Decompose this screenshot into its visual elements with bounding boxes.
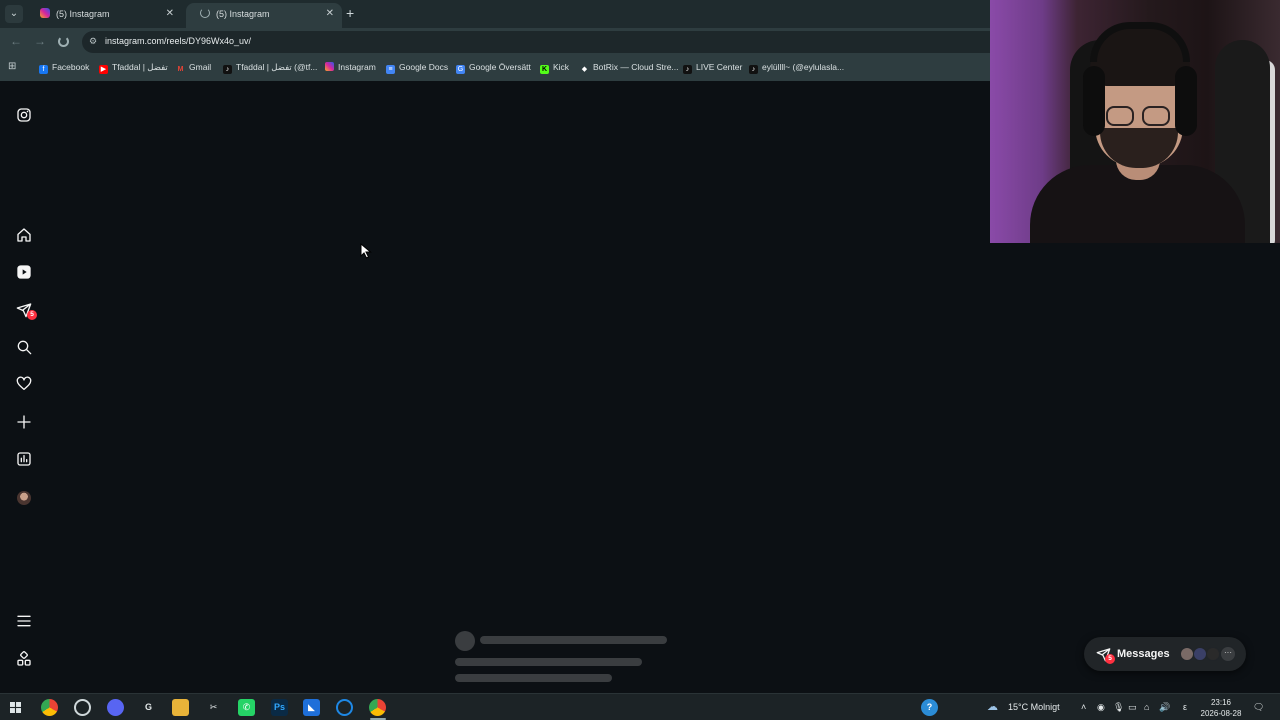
bookmark-facebook[interactable]: f Facebook — [39, 62, 89, 74]
tab-title: (5) Instagram — [56, 9, 110, 19]
bookmark-tfaddal-youtube[interactable]: ▶ Tfaddal | تفضل — [99, 62, 168, 74]
insights-icon[interactable] — [16, 451, 32, 467]
tab-strip: ⌄ (5) Instagram ✕ (5) Instagram ✕ + — [0, 0, 990, 28]
bookmarks-bar: ⊞ f Facebook ▶ Tfaddal | تفضل M Gmail ♪ Tfad… — [0, 55, 990, 81]
forward-arrow-icon[interactable]: → — [34, 34, 46, 48]
create-icon[interactable] — [16, 414, 32, 430]
tab-instagram-2[interactable]: (5) Instagram ✕ — [186, 3, 342, 28]
bookmark-google-docs[interactable]: ≡ Google Docs — [386, 62, 448, 74]
address-bar-row: ← → ⚙ instagram.com/reels/DY96Wx4o_uv/ — [0, 28, 990, 55]
close-tab-icon[interactable]: ✕ — [166, 3, 174, 25]
bookmark-kick[interactable]: K Kick — [540, 62, 569, 74]
skeleton-avatar — [455, 631, 475, 651]
menu-icon[interactable] — [16, 613, 32, 629]
url-text[interactable]: instagram.com/reels/DY96Wx4o_uv/ — [105, 36, 251, 46]
bookmark-live-center[interactable]: ♪ LIVE Center — [683, 62, 742, 74]
new-tab-button[interactable]: + — [346, 5, 354, 21]
avatar — [1193, 647, 1207, 661]
messages-badge: 5 — [1105, 654, 1115, 664]
docs-icon: ≡ — [386, 65, 395, 74]
kick-icon: K — [540, 65, 549, 74]
close-tab-icon[interactable]: ✕ — [326, 3, 334, 25]
skeleton-line — [480, 636, 667, 644]
mouse-cursor-icon — [360, 243, 372, 259]
gmail-icon: M — [176, 65, 185, 74]
loading-favicon-icon — [200, 8, 210, 18]
instagram-icon — [325, 62, 334, 71]
youtube-icon: ▶ — [99, 65, 108, 74]
tray-app-icon[interactable]: ◉ — [1097, 702, 1105, 713]
tiktok-icon: ♪ — [683, 65, 692, 74]
photoshop-taskbar-icon[interactable]: Ps — [271, 699, 288, 716]
notification-badge: 5 — [27, 310, 37, 320]
avatar — [1206, 647, 1220, 661]
tab-instagram-1[interactable]: (5) Instagram ✕ — [26, 3, 182, 28]
instagram-favicon-icon — [40, 8, 50, 18]
clock-date: 2026-08-28 — [1200, 709, 1242, 718]
display-icon[interactable]: ▭ — [1128, 702, 1137, 713]
app-taskbar-icon[interactable]: G — [140, 699, 157, 716]
taskbar: G ✂ ✆ Ps ◣ ? ☁ 15°C Molnigt ˄ ◉ 🎙 ▭ ⌂ 🔊 … — [0, 693, 1280, 720]
file-explorer-icon[interactable] — [172, 699, 189, 716]
app-taskbar-icon[interactable] — [336, 699, 353, 716]
bookmark-google-translate[interactable]: G Google Översätt — [456, 62, 531, 74]
facebook-icon: f — [39, 65, 48, 74]
webcam-overlay — [990, 0, 1280, 243]
translate-icon: G — [456, 65, 465, 74]
tiktok-icon: ♪ — [749, 65, 758, 74]
tab-title: (5) Instagram — [216, 9, 270, 19]
omnibox[interactable]: ⚙ instagram.com/reels/DY96Wx4o_uv/ — [82, 31, 990, 53]
obs-taskbar-icon[interactable] — [74, 699, 91, 716]
windows-start-icon[interactable] — [10, 702, 21, 713]
site-info-icon[interactable]: ⚙ — [89, 36, 99, 46]
clock-time: 23:16 — [1210, 698, 1232, 707]
volume-icon[interactable]: 🔊 — [1159, 702, 1170, 713]
tab-search-button[interactable]: ⌄ — [5, 5, 23, 23]
apps-grid-icon[interactable]: ⊞ — [8, 61, 16, 72]
weather-text[interactable]: 15°C Molnigt — [1008, 702, 1060, 712]
chrome-taskbar-icon-active[interactable] — [369, 699, 386, 716]
meta-apps-icon[interactable] — [16, 651, 32, 667]
bookmark-gmail[interactable]: M Gmail — [176, 62, 211, 74]
messages-label: Messages — [1117, 648, 1170, 660]
search-icon[interactable] — [16, 339, 32, 355]
profile-avatar[interactable] — [17, 491, 31, 505]
language-indicator[interactable]: ε — [1183, 702, 1187, 712]
bookmark-eylul[interactable]: ♪ eylüllll~ (@eylulasla... — [749, 62, 844, 74]
discord-taskbar-icon[interactable] — [107, 699, 124, 716]
skeleton-line — [455, 658, 642, 666]
clock[interactable]: 23:16 2026-08-28 — [1196, 697, 1246, 719]
instagram-logo-icon[interactable] — [16, 107, 32, 123]
chevron-up-icon[interactable]: ˄ — [1081, 702, 1086, 712]
bookmark-instagram[interactable]: Instagram — [325, 62, 376, 72]
bookmark-tfaddal-tiktok[interactable]: ♪ Tfaddal | تفضل (@tf... — [223, 62, 317, 74]
cloud-icon[interactable]: ☁ — [987, 700, 998, 713]
reels-icon[interactable] — [16, 264, 32, 280]
notifications-icon[interactable]: 🗨 — [1253, 702, 1264, 713]
avatar — [1180, 647, 1194, 661]
app-taskbar-icon[interactable]: ◣ — [303, 699, 320, 716]
bookmark-botrix[interactable]: ◆ BotRix — Cloud Stre... — [580, 62, 679, 74]
home-icon[interactable] — [16, 227, 32, 243]
capcut-taskbar-icon[interactable]: ✂ — [205, 699, 222, 716]
tiktok-icon: ♪ — [223, 65, 232, 74]
back-arrow-icon[interactable]: ← — [10, 34, 22, 48]
loading-stop-icon[interactable] — [58, 36, 69, 47]
messages-button[interactable]: 5 Messages ··· — [1084, 637, 1246, 671]
network-icon[interactable]: ⌂ — [1144, 702, 1149, 712]
chrome-taskbar-icon[interactable] — [41, 699, 58, 716]
botrix-icon: ◆ — [580, 65, 589, 74]
more-avatars-badge: ··· — [1220, 646, 1236, 662]
whatsapp-taskbar-icon[interactable]: ✆ — [238, 699, 255, 716]
help-icon[interactable]: ? — [921, 699, 938, 716]
microphone-icon[interactable]: 🎙 — [1113, 702, 1124, 713]
heart-icon[interactable] — [16, 376, 32, 392]
skeleton-line — [455, 674, 612, 682]
